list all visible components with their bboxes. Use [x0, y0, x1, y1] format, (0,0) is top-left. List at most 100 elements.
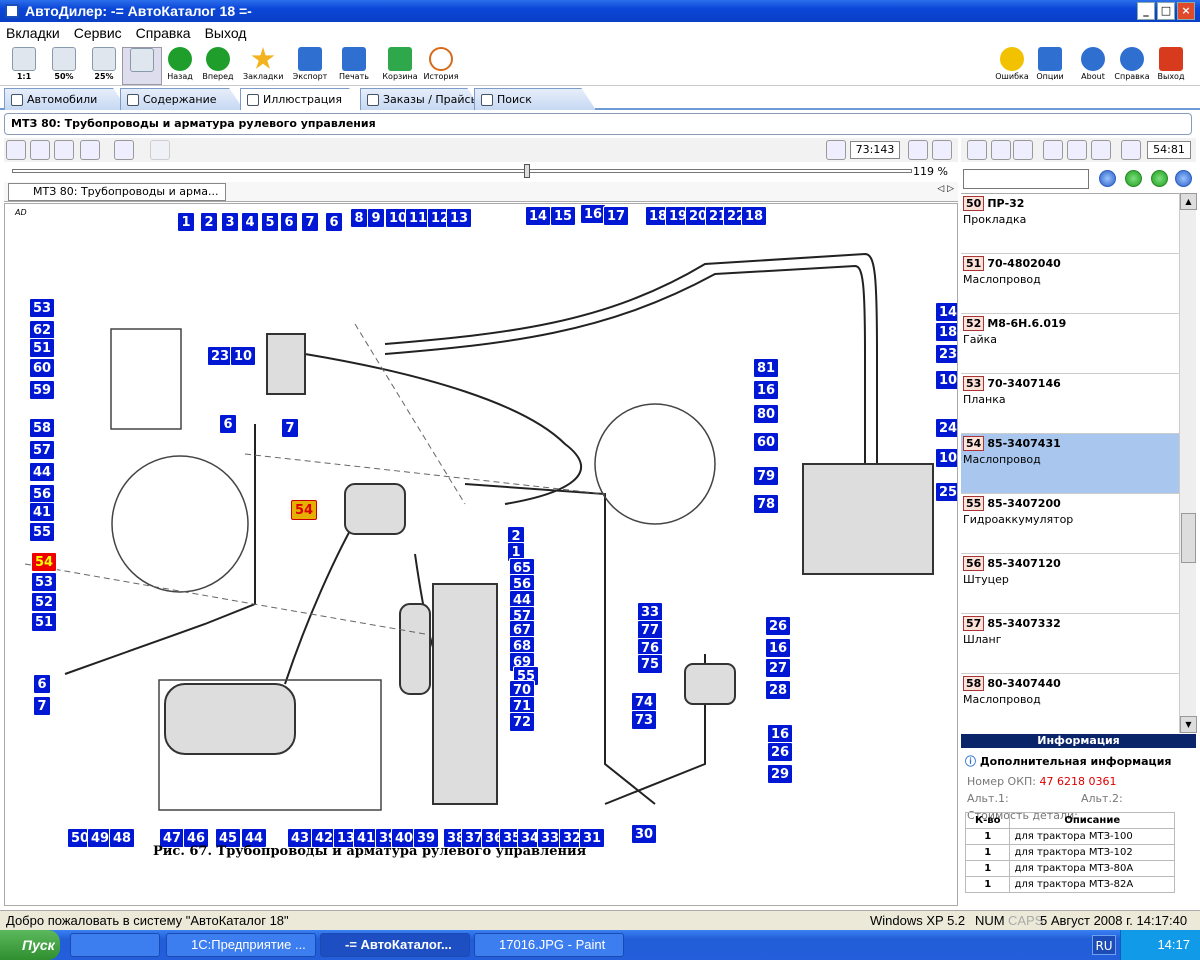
callout-54[interactable]: 54: [291, 500, 318, 520]
part-item-53[interactable]: 53 70-3407146 Планка: [961, 374, 1179, 434]
callout-14[interactable]: 14: [935, 302, 957, 322]
delete-icon[interactable]: [1067, 140, 1087, 160]
callout-16[interactable]: 16: [767, 724, 794, 744]
callout-18[interactable]: 18: [935, 322, 957, 342]
callout-4[interactable]: 4: [241, 212, 259, 232]
error-button[interactable]: Ошибка: [992, 47, 1032, 85]
task-1c[interactable]: 1С:Предприятие ...: [166, 933, 316, 957]
layout-split-icon[interactable]: [932, 140, 952, 160]
callout-72[interactable]: 72: [509, 712, 536, 732]
callout-28[interactable]: 28: [765, 680, 792, 700]
next-icon[interactable]: [1151, 170, 1168, 187]
zoom-slider-handle[interactable]: [524, 164, 530, 178]
callout-2[interactable]: 2: [200, 212, 218, 232]
callout-10[interactable]: 10: [230, 346, 257, 366]
callout-24[interactable]: 24: [935, 418, 957, 438]
forward-button[interactable]: Вперед: [198, 47, 238, 85]
callout-16[interactable]: 16: [765, 638, 792, 658]
table-row[interactable]: 1 для трактора МТЗ-80А: [964, 860, 1175, 877]
callout-75[interactable]: 75: [637, 654, 664, 674]
callout-62[interactable]: 62: [29, 320, 56, 340]
zoom-50-button[interactable]: 50%: [44, 47, 84, 85]
callout-7[interactable]: 7: [33, 696, 51, 716]
tab-illustration[interactable]: Иллюстрация: [240, 88, 364, 110]
menu-tabs[interactable]: Вкладки: [6, 25, 60, 41]
task-paint[interactable]: 17016.JPG - Paint: [474, 933, 624, 957]
callout-79[interactable]: 79: [753, 466, 780, 486]
scroll-thumb[interactable]: [1181, 513, 1196, 563]
copy-icon[interactable]: [967, 140, 987, 160]
callout-13[interactable]: 13: [446, 208, 473, 228]
about-button[interactable]: About: [1073, 47, 1113, 85]
callout-59[interactable]: 59: [29, 380, 56, 400]
tab-cars[interactable]: Автомобили: [4, 88, 128, 110]
callout-18[interactable]: 18: [741, 206, 768, 226]
callout-6[interactable]: 6: [33, 674, 51, 694]
table-row[interactable]: 1 для трактора МТЗ-100: [964, 828, 1175, 845]
font-icon[interactable]: [1013, 140, 1033, 160]
callout-7[interactable]: 7: [301, 212, 319, 232]
bookmarks-button[interactable]: Закладки: [243, 47, 283, 85]
callout-1[interactable]: 1: [177, 212, 195, 232]
first-icon[interactable]: [1099, 170, 1116, 187]
cart-button[interactable]: Корзина: [380, 47, 420, 85]
tab-scroll-arrows-icon[interactable]: ◁ ▷: [937, 184, 954, 194]
tab-orders[interactable]: Заказы / Прайсы: [360, 88, 482, 110]
quick-launch[interactable]: [70, 933, 160, 957]
part-item-56[interactable]: 56 85-3407120 Штуцер: [961, 554, 1179, 614]
callout-52[interactable]: 52: [31, 592, 58, 612]
options-button[interactable]: Опции: [1030, 47, 1070, 85]
callout-57[interactable]: 57: [29, 440, 56, 460]
zoom-1-1-button[interactable]: 1:1: [4, 47, 44, 85]
exit-button[interactable]: Выход: [1151, 47, 1191, 85]
callout-7[interactable]: 7: [281, 418, 299, 438]
document-icon[interactable]: [114, 140, 134, 160]
callout-26[interactable]: 26: [765, 616, 792, 636]
layout-icon[interactable]: [908, 140, 928, 160]
callout-80[interactable]: 80: [753, 404, 780, 424]
print-button[interactable]: Печать: [334, 47, 374, 85]
callout-6[interactable]: 6: [219, 414, 237, 434]
menu-service[interactable]: Сервис: [74, 25, 122, 41]
callout-16[interactable]: 16: [753, 380, 780, 400]
callout-51[interactable]: 51: [29, 338, 56, 358]
callout-27[interactable]: 27: [765, 658, 792, 678]
callout-10[interactable]: 10: [935, 370, 957, 390]
callout-23[interactable]: 23: [935, 344, 957, 364]
callout-6[interactable]: 6: [325, 212, 343, 232]
callout-58[interactable]: 58: [29, 418, 56, 438]
part-item-58[interactable]: 58 80-3407440 Маслопровод: [961, 674, 1179, 733]
callout-26[interactable]: 26: [767, 742, 794, 762]
start-button[interactable]: Пуск: [0, 930, 60, 960]
callout-33[interactable]: 33: [637, 602, 664, 622]
callout-6[interactable]: 6: [280, 212, 298, 232]
callout-51[interactable]: 51: [31, 612, 58, 632]
tab-search[interactable]: Поиск: [474, 88, 596, 110]
callout-73[interactable]: 73: [631, 710, 658, 730]
export-button[interactable]: Экспорт: [290, 47, 330, 85]
callout-60[interactable]: 60: [29, 358, 56, 378]
part-item-51[interactable]: 51 70-4802040 Маслопровод: [961, 254, 1179, 314]
help-button[interactable]: Справка: [1112, 47, 1152, 85]
zoom-25-button[interactable]: 25%: [84, 47, 124, 85]
part-item-57[interactable]: 57 85-3407332 Шланг: [961, 614, 1179, 674]
menu-help[interactable]: Справка: [136, 25, 191, 41]
callout-55[interactable]: 55: [29, 522, 56, 542]
3d-icon[interactable]: [150, 140, 170, 160]
callout-77[interactable]: 77: [637, 620, 664, 640]
menu-exit[interactable]: Выход: [205, 25, 247, 41]
edit-icon[interactable]: [1091, 140, 1111, 160]
callout-81[interactable]: 81: [753, 358, 780, 378]
callout-14[interactable]: 14: [525, 206, 552, 226]
tab-contents[interactable]: Содержание: [120, 88, 244, 110]
callout-56[interactable]: 56: [29, 484, 56, 504]
callout-53[interactable]: 53: [29, 298, 56, 318]
refresh-green-icon[interactable]: [991, 140, 1011, 160]
part-item-52[interactable]: 52 М8-6Н.6.019 Гайка: [961, 314, 1179, 374]
parts-search-input[interactable]: [963, 169, 1089, 189]
minimize-button[interactable]: _: [1137, 2, 1155, 20]
zoom-fit-width-button[interactable]: [122, 47, 162, 85]
parts-scrollbar[interactable]: ▲ ▼: [1179, 193, 1197, 733]
callout-74[interactable]: 74: [631, 692, 658, 712]
callout-5[interactable]: 5: [261, 212, 279, 232]
